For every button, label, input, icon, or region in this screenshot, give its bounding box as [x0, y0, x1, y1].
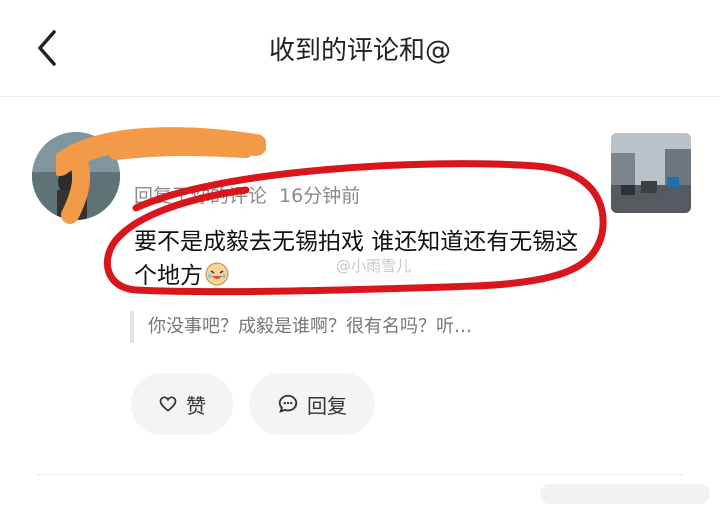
chat-bubble-icon — [278, 394, 298, 413]
reply-label: 回复 — [307, 393, 347, 418]
traffic-photo — [611, 133, 691, 213]
reply-button[interactable]: 回复 — [249, 373, 375, 435]
heart-icon — [159, 396, 177, 412]
page-title: 收到的评论和@ — [268, 36, 451, 66]
header-divider — [0, 96, 720, 97]
red-annotation-circle — [103, 160, 607, 296]
like-button[interactable]: 赞 — [131, 373, 233, 435]
corner-watermark — [540, 484, 710, 504]
post-thumbnail[interactable] — [611, 133, 691, 213]
quoted-comment[interactable]: 你没事吧？成毅是谁啊？很有名吗？听… — [130, 311, 472, 343]
bottom-divider — [36, 474, 684, 475]
like-label: 赞 — [186, 393, 206, 418]
top-bar: 收到的评论和@ — [0, 0, 720, 96]
